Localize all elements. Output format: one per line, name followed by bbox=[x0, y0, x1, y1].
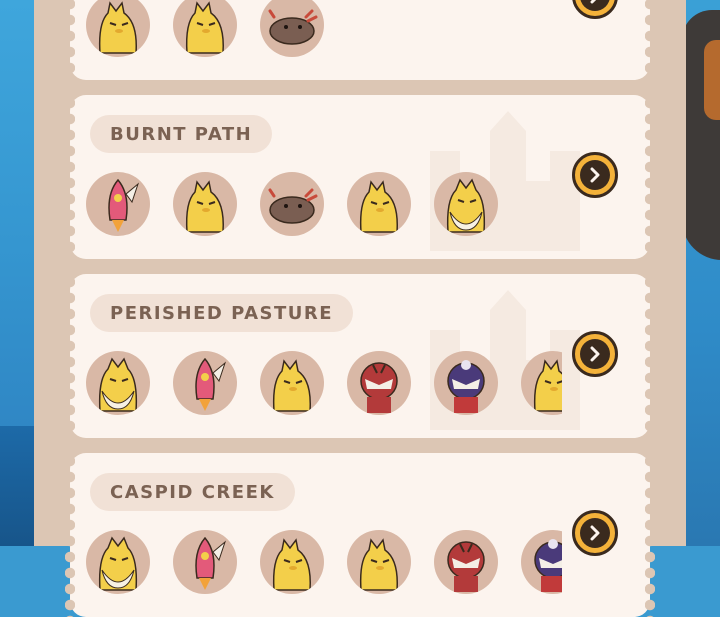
area-list-panel[interactable]: BURNT PATH PERISHED PASTURE CASPID CREEK bbox=[34, 0, 686, 617]
go-button[interactable] bbox=[572, 510, 618, 556]
area-card: BURNT PATH bbox=[65, 95, 655, 259]
go-button[interactable] bbox=[572, 0, 618, 19]
ticket-edge bbox=[645, 274, 655, 438]
creature-avatar bbox=[260, 530, 324, 594]
ticket-edge bbox=[65, 0, 75, 80]
creature-row bbox=[86, 0, 562, 59]
go-button[interactable] bbox=[572, 152, 618, 198]
creature-avatar bbox=[173, 0, 237, 57]
chevron-right-icon bbox=[580, 339, 610, 369]
creature-avatar bbox=[173, 351, 237, 415]
creature-avatar bbox=[173, 530, 237, 594]
creature-avatar bbox=[521, 530, 562, 594]
ticket-edge bbox=[645, 95, 655, 259]
background-right bbox=[680, 0, 720, 546]
creature-avatar bbox=[347, 530, 411, 594]
creature-avatar bbox=[347, 351, 411, 415]
go-button[interactable] bbox=[572, 331, 618, 377]
creature-row bbox=[86, 172, 562, 238]
creature-avatar bbox=[434, 351, 498, 415]
creature-avatar bbox=[86, 0, 150, 57]
area-title: BURNT PATH bbox=[90, 115, 273, 153]
ticket-edge bbox=[65, 274, 75, 438]
creature-avatar bbox=[173, 172, 237, 236]
creature-avatar bbox=[260, 172, 324, 236]
area-card bbox=[65, 0, 655, 80]
creature-avatar bbox=[86, 351, 150, 415]
creature-avatar bbox=[521, 351, 562, 415]
chevron-right-icon bbox=[580, 0, 610, 11]
creature-avatar bbox=[434, 530, 498, 594]
creature-avatar bbox=[86, 530, 150, 594]
creature-avatar bbox=[260, 351, 324, 415]
chevron-right-icon bbox=[580, 160, 610, 190]
chevron-right-icon bbox=[580, 518, 610, 548]
creature-avatar bbox=[434, 172, 498, 236]
creature-avatar bbox=[260, 0, 324, 57]
creature-row bbox=[86, 351, 562, 417]
creature-avatar bbox=[347, 172, 411, 236]
ticket-edge bbox=[65, 453, 75, 617]
ticket-edge bbox=[645, 0, 655, 80]
area-card: PERISHED PASTURE bbox=[65, 274, 655, 438]
area-title: PERISHED PASTURE bbox=[90, 294, 354, 332]
rock-detail bbox=[704, 40, 720, 120]
area-title: CASPID CREEK bbox=[90, 473, 295, 511]
ticket-edge bbox=[645, 453, 655, 617]
creature-avatar bbox=[86, 172, 150, 236]
creature-row bbox=[86, 530, 562, 596]
ticket-edge bbox=[65, 95, 75, 259]
area-card: CASPID CREEK bbox=[65, 453, 655, 617]
